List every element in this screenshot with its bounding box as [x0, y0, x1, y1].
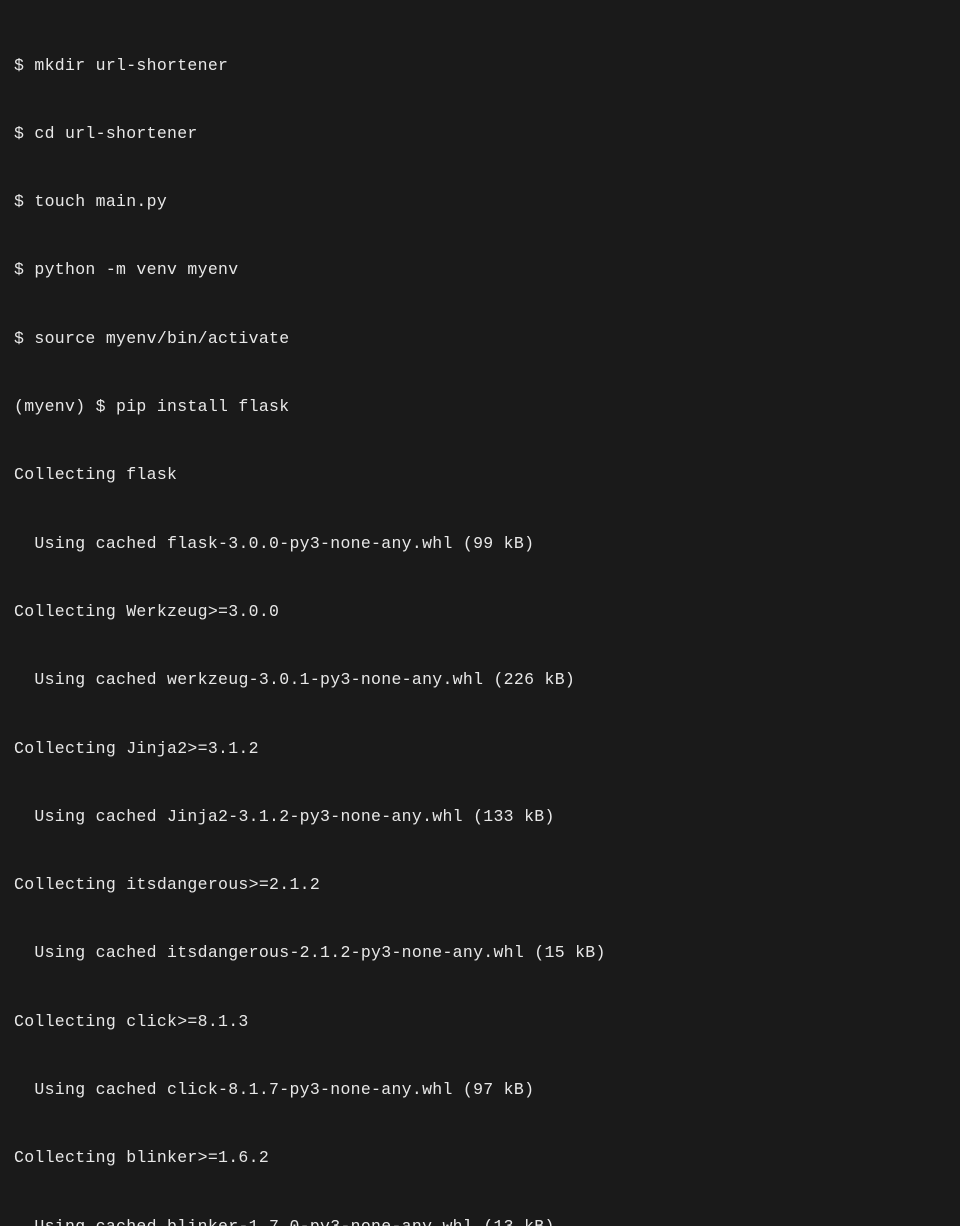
terminal-output[interactable]: $ mkdir url-shortener $ cd url-shortener… — [14, 9, 946, 1226]
terminal-line: Using cached blinker-1.7.0-py3-none-any.… — [14, 1216, 946, 1226]
terminal-line: Using cached werkzeug-3.0.1-py3-none-any… — [14, 669, 946, 692]
terminal-line: Collecting Werkzeug>=3.0.0 — [14, 601, 946, 624]
terminal-line: Collecting Jinja2>=3.1.2 — [14, 738, 946, 761]
terminal-line: $ touch main.py — [14, 191, 946, 214]
terminal-line: $ source myenv/bin/activate — [14, 328, 946, 351]
terminal-line: Collecting itsdangerous>=2.1.2 — [14, 874, 946, 897]
terminal-line: Collecting flask — [14, 464, 946, 487]
terminal-line: $ cd url-shortener — [14, 123, 946, 146]
terminal-line: Using cached Jinja2-3.1.2-py3-none-any.w… — [14, 806, 946, 829]
terminal-line: $ mkdir url-shortener — [14, 55, 946, 78]
terminal-line: $ python -m venv myenv — [14, 259, 946, 282]
terminal-line: Collecting blinker>=1.6.2 — [14, 1147, 946, 1170]
terminal-line: Using cached itsdangerous-2.1.2-py3-none… — [14, 942, 946, 965]
terminal-line: Using cached click-8.1.7-py3-none-any.wh… — [14, 1079, 946, 1102]
terminal-line: (myenv) $ pip install flask — [14, 396, 946, 419]
terminal-line: Using cached flask-3.0.0-py3-none-any.wh… — [14, 533, 946, 556]
terminal-line: Collecting click>=8.1.3 — [14, 1011, 946, 1034]
